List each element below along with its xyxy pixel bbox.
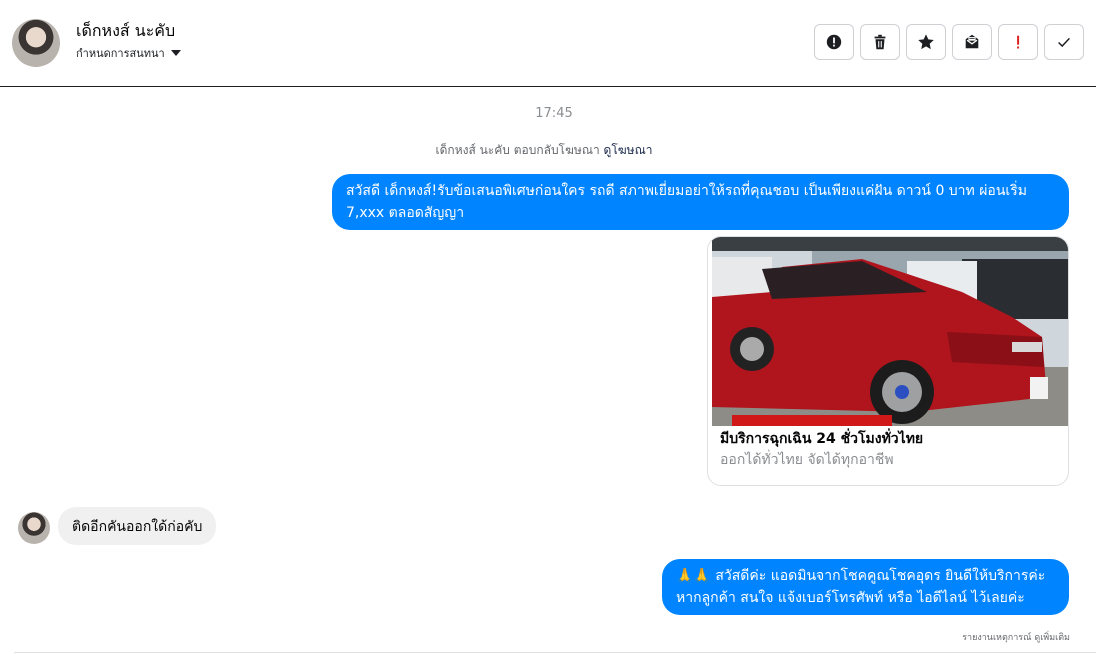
outgoing-reply-text: สวัสดีค่ะ แอดมินจากโชคคูณโชคอุดร ยินดีให…	[676, 568, 1046, 606]
caret-down-icon	[170, 50, 181, 56]
star-icon	[918, 34, 934, 50]
trash-icon	[874, 34, 886, 50]
mark-unread-button[interactable]	[952, 24, 992, 60]
pray-emoji: 🙏🙏	[676, 568, 711, 584]
ad-card-subtitle: ออกได้ทั่วไทย จัดได้ทุกอาชีพ	[720, 452, 894, 468]
done-check-icon	[1058, 37, 1070, 48]
footer-note[interactable]: รายงานเหตุการณ์ ดูเพิ่มเติม	[962, 630, 1070, 644]
action-toolbar	[814, 24, 1084, 60]
contact-name[interactable]: เด็กหงส์ นะคับ	[76, 19, 175, 44]
star-button[interactable]	[906, 24, 946, 60]
delete-button[interactable]	[860, 24, 900, 60]
mark-unread-icon	[965, 34, 979, 49]
conversation-header: เด็กหงส์ นะคับ กำหนดการสนทนา	[0, 0, 1096, 87]
important-button[interactable]	[998, 24, 1038, 60]
schedule-label: กำหนดการสนทนา	[76, 47, 165, 60]
ad-card[interactable]: มีบริการฉุกเฉิน 24 ชั่วโมงทั่วไทย ออกได้…	[707, 236, 1069, 486]
sender-avatar[interactable]	[18, 512, 50, 544]
incoming-message[interactable]: ติดอีกคันออกใด้ก่อคับ	[58, 507, 217, 545]
report-button[interactable]	[814, 24, 854, 60]
done-button[interactable]	[1044, 24, 1084, 60]
outgoing-message[interactable]: สวัสดี เด็กหงส์!รับข้อเสนอพิเศษก่อนใคร ร…	[332, 174, 1069, 230]
report-icon	[826, 34, 842, 50]
outgoing-reply[interactable]: 🙏🙏 สวัสดีค่ะ แอดมินจากโชคคูณโชคอุดร ยินด…	[662, 559, 1069, 615]
ad-reply-text: เด็กหงส์ นะคับ ตอบกลับโฆษณา	[435, 143, 600, 157]
schedule-dropdown[interactable]: กำหนดการสนทนา	[76, 44, 181, 62]
contact-avatar[interactable]	[12, 19, 60, 67]
ad-card-title: มีบริการฉุกเฉิน 24 ชั่วโมงทั่วไทย	[720, 431, 924, 447]
view-ad-link[interactable]: ดูโฆษณา	[604, 143, 653, 157]
composer-divider	[14, 652, 1096, 653]
ad-reply-notice: เด็กหงส์ นะคับ ตอบกลับโฆษณา ดูโฆษณา	[0, 141, 1088, 160]
message-timestamp: 17:45	[535, 106, 573, 121]
ad-card-image[interactable]	[712, 237, 1068, 426]
important-icon	[1017, 35, 1020, 49]
